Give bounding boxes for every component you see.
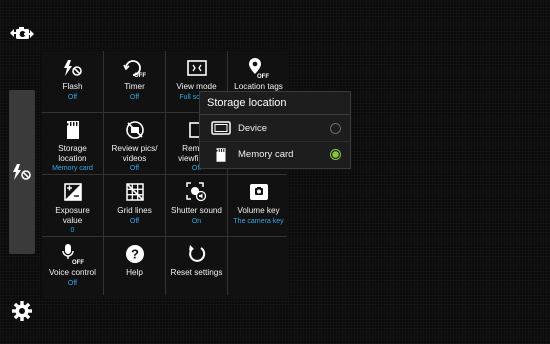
storage-location-popup: Storage location Device Memory card [199,91,351,169]
setting-flash[interactable]: Flash Off [42,51,103,112]
setting-shutter-sound[interactable]: Shutter sound On [166,175,227,236]
setting-review-pics[interactable]: Review pics/ videos Off [104,113,165,174]
setting-value: On [191,217,202,225]
flash-quick-button[interactable] [9,90,35,254]
exposure-icon [63,183,82,201]
setting-value: Off [129,93,140,101]
shutter-sound-icon [185,182,206,202]
setting-value: Off [129,217,140,225]
svg-text:?: ? [131,247,139,262]
setting-timer[interactable]: OFF Timer Off [104,51,165,112]
setting-value: Off [67,279,78,287]
setting-value: Memory card [52,165,93,172]
setting-label: Exposure value [55,206,90,225]
setting-reset-settings[interactable]: Reset settings [166,237,227,298]
memory-card-icon [209,147,233,163]
setting-label: Review pics/ videos [111,144,158,163]
setting-value: The camera key [233,217,284,225]
setting-exposure-value[interactable]: Exposure value 0 [42,175,103,236]
setting-grid-lines[interactable]: Grid lines Off [104,175,165,236]
settings-gear-icon[interactable] [8,297,36,325]
view-mode-icon [186,60,207,76]
setting-label: Voice control [49,268,96,277]
setting-empty [228,237,289,298]
setting-voice-control[interactable]: OFF Voice control Off [42,237,103,298]
reset-icon [188,245,205,262]
setting-volume-key[interactable]: Volume key The camera key [228,175,289,236]
setting-label: Flash [62,82,83,91]
location-off-icon: OFF [248,58,269,79]
setting-label: Volume key [237,206,280,215]
setting-help[interactable]: ? Help [104,237,165,298]
settings-grid: Flash Off OFF Timer Off View mode Full s… [42,51,289,298]
switch-camera-icon[interactable] [6,20,38,48]
memory-card-radio[interactable] [330,149,341,160]
setting-label: Storage location [58,144,87,163]
setting-label: Shutter sound [171,206,222,215]
setting-label: Help [126,268,143,277]
setting-label: Timer [124,82,145,91]
camera-key-icon [249,184,268,200]
storage-option-device[interactable]: Device [200,115,350,141]
option-label: Memory card [238,149,294,160]
setting-value: Off [129,165,140,172]
off-badge: OFF [134,73,146,79]
timer-off-icon: OFF [122,60,146,79]
setting-value: Off [67,93,78,101]
review-off-icon [125,121,144,139]
flash-off-icon [63,60,82,76]
storage-option-memory-card[interactable]: Memory card [200,141,350,167]
off-badge: OFF [257,74,269,79]
setting-label: Grid lines [117,206,152,215]
off-badge: OFF [72,260,84,265]
popup-title: Storage location [200,92,350,115]
left-control-bar [0,0,42,344]
memory-card-icon [66,121,79,139]
grid-lines-icon [125,183,144,201]
voice-control-off-icon: OFF [61,244,84,265]
help-icon: ? [125,245,144,263]
setting-value: 0 [70,227,75,234]
setting-label: Reset settings [170,268,223,277]
flash-off-icon [13,164,31,180]
device-icon [209,121,233,135]
setting-storage-location[interactable]: Storage location Memory card [42,113,103,174]
option-label: Device [238,122,268,134]
device-radio[interactable] [330,122,341,134]
